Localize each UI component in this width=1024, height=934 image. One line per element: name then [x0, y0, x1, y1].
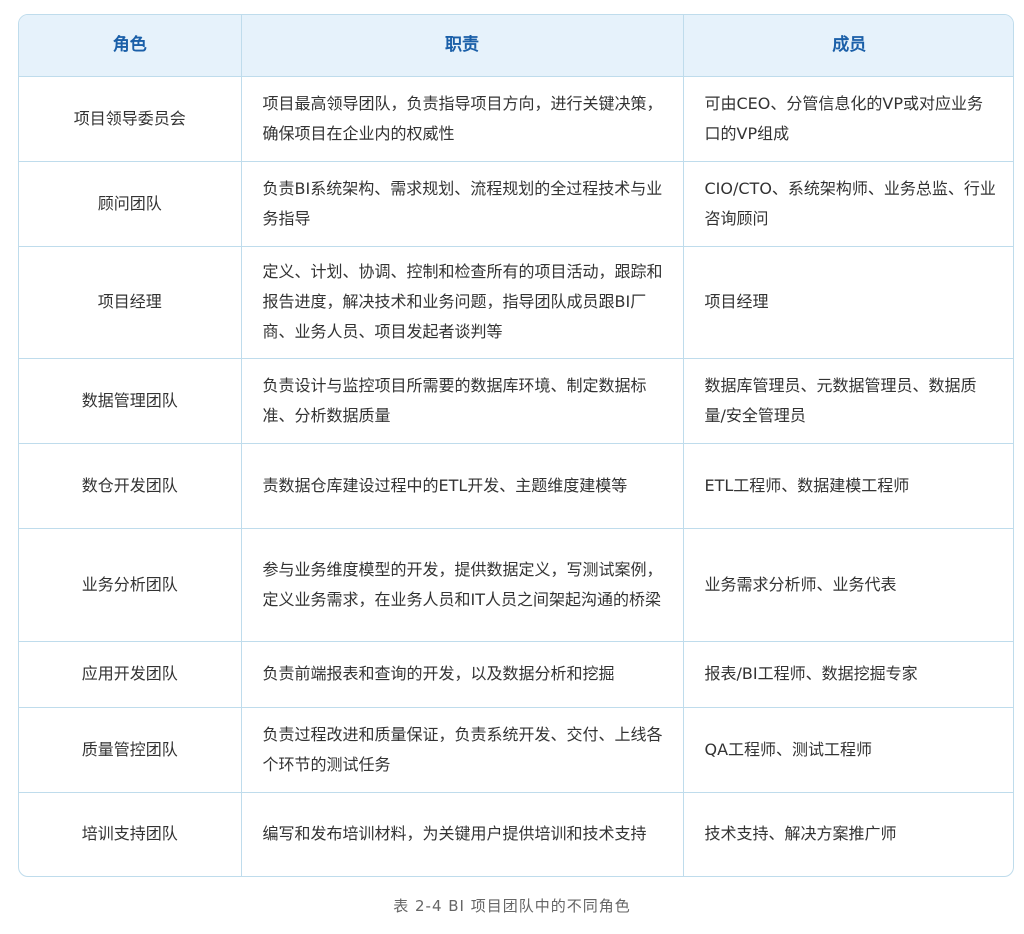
- role-cell: 质量管控团队: [19, 706, 242, 793]
- members-cell: 业务需求分析师、业务代表: [682, 527, 1013, 642]
- header-duty: 职责: [240, 15, 684, 77]
- duty-cell: 负责设计与监控项目所需要的数据库环境、制定数据标准、分析数据质量: [240, 357, 684, 444]
- header-members: 成员: [682, 15, 1013, 77]
- table-row: 数仓开发团队 责数据仓库建设过程中的ETL开发、主题维度建模等 ETL工程师、数…: [19, 442, 1013, 529]
- table-caption: 表 2-4 BI 项目团队中的不同角色: [393, 897, 631, 915]
- duty-cell: 负责BI系统架构、需求规划、流程规划的全过程技术与业务指导: [240, 160, 684, 247]
- role-cell: 顾问团队: [19, 160, 242, 247]
- role-cell: 数仓开发团队: [19, 442, 242, 529]
- role-cell: 项目领导委员会: [19, 75, 242, 162]
- table-row: 项目领导委员会 项目最高领导团队，负责指导项目方向，进行关键决策，确保项目在企业…: [19, 75, 1013, 162]
- table-header-row: 角色 职责 成员: [19, 15, 1013, 77]
- members-cell: 数据库管理员、元数据管理员、数据质量/安全管理员: [682, 357, 1013, 444]
- members-cell: 项目经理: [682, 245, 1013, 359]
- members-cell: CIO/CTO、系统架构师、业务总监、行业咨询顾问: [682, 160, 1013, 247]
- duty-cell: 项目最高领导团队，负责指导项目方向，进行关键决策，确保项目在企业内的权威性: [240, 75, 684, 162]
- table-row: 项目经理 定义、计划、协调、控制和检查所有的项目活动，跟踪和报告进度，解决技术和…: [19, 245, 1013, 359]
- role-cell: 项目经理: [19, 245, 242, 359]
- members-cell: QA工程师、测试工程师: [682, 706, 1013, 793]
- members-cell: ETL工程师、数据建模工程师: [682, 442, 1013, 529]
- table-row: 业务分析团队 参与业务维度模型的开发，提供数据定义，写测试案例，定义业务需求，在…: [19, 527, 1013, 642]
- table-row: 数据管理团队 负责设计与监控项目所需要的数据库环境、制定数据标准、分析数据质量 …: [19, 357, 1013, 444]
- duty-cell: 责数据仓库建设过程中的ETL开发、主题维度建模等: [240, 442, 684, 529]
- role-cell: 数据管理团队: [19, 357, 242, 444]
- duty-cell: 定义、计划、协调、控制和检查所有的项目活动，跟踪和报告进度，解决技术和业务问题，…: [240, 245, 684, 359]
- duty-cell: 负责过程改进和质量保证，负责系统开发、交付、上线各个环节的测试任务: [240, 706, 684, 793]
- role-cell: 应用开发团队: [19, 640, 242, 708]
- table-row: 培训支持团队 编写和发布培训材料，为关键用户提供培训和技术支持 技术支持、解决方…: [19, 791, 1013, 876]
- members-cell: 报表/BI工程师、数据挖掘专家: [682, 640, 1013, 708]
- roles-table-container: 角色 职责 成员 项目领导委员会 项目最高领导团队，负责指导项目方向，进行关键决…: [18, 14, 1014, 877]
- table-row: 应用开发团队 负责前端报表和查询的开发，以及数据分析和挖掘 报表/BI工程师、数…: [19, 640, 1013, 708]
- table-row: 质量管控团队 负责过程改进和质量保证，负责系统开发、交付、上线各个环节的测试任务…: [19, 706, 1013, 793]
- table-row: 顾问团队 负责BI系统架构、需求规划、流程规划的全过程技术与业务指导 CIO/C…: [19, 160, 1013, 247]
- duty-cell: 参与业务维度模型的开发，提供数据定义，写测试案例，定义业务需求，在业务人员和IT…: [240, 527, 684, 642]
- role-cell: 培训支持团队: [19, 791, 242, 876]
- role-cell: 业务分析团队: [19, 527, 242, 642]
- duty-cell: 负责前端报表和查询的开发，以及数据分析和挖掘: [240, 640, 684, 708]
- members-cell: 可由CEO、分管信息化的VP或对应业务口的VP组成: [682, 75, 1013, 162]
- roles-table: 角色 职责 成员 项目领导委员会 项目最高领导团队，负责指导项目方向，进行关键决…: [19, 15, 1013, 876]
- members-cell: 技术支持、解决方案推广师: [682, 791, 1013, 876]
- duty-cell: 编写和发布培训材料，为关键用户提供培训和技术支持: [240, 791, 684, 876]
- header-role: 角色: [19, 15, 242, 77]
